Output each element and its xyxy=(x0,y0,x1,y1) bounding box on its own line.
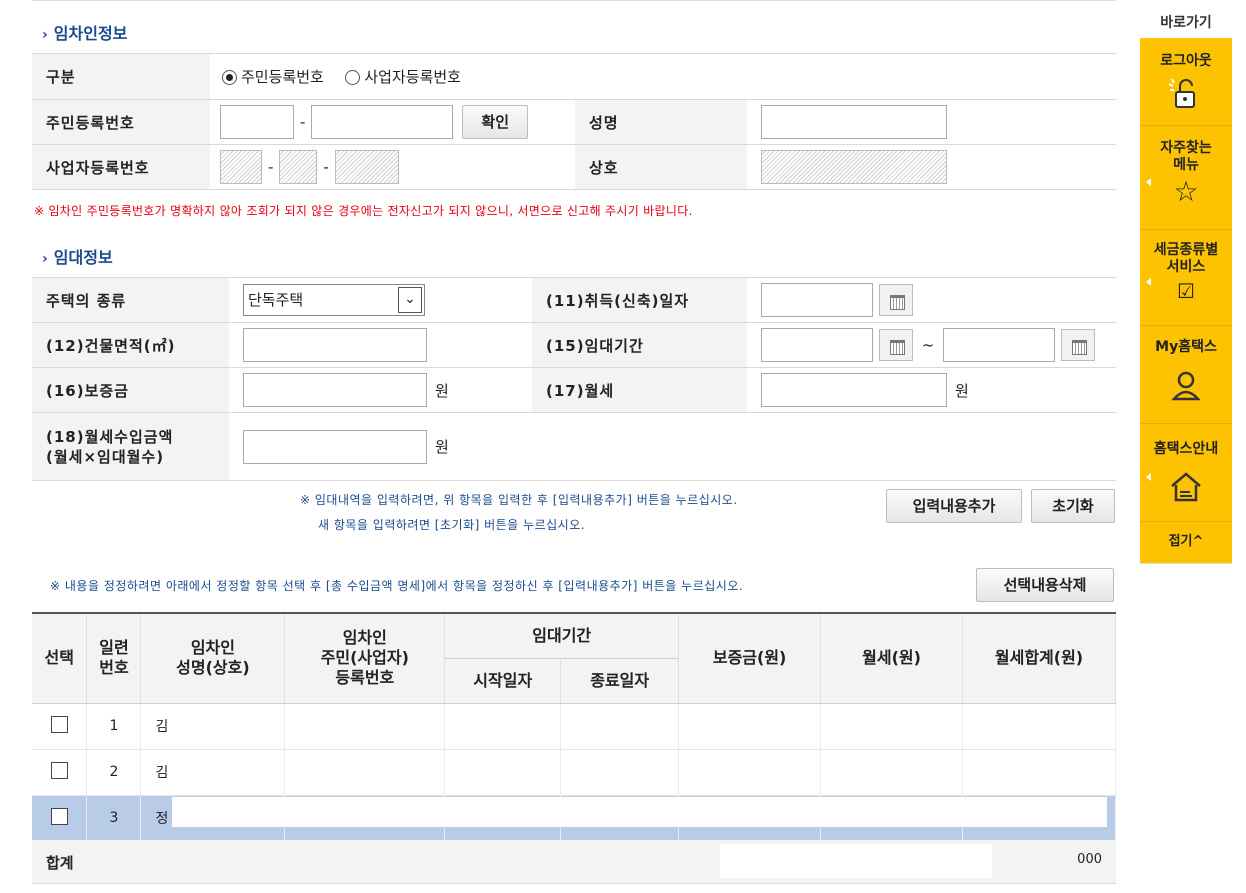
header-select: 선택 xyxy=(32,612,88,704)
lease-start-input[interactable] xyxy=(761,328,873,362)
top-divider xyxy=(32,0,1116,1)
header-start-date: 시작일자 xyxy=(444,658,562,704)
logout-button[interactable]: 로그아웃 xyxy=(1140,38,1232,126)
my-hometax-button[interactable]: My홈택스 xyxy=(1140,326,1232,424)
tax-service-button[interactable]: 세금종류별 서비스 ☑ xyxy=(1140,230,1232,326)
tenant-form: 구분 주민등록번호 사업자등록번호 주민등록번호 - 확인 성명 사업자등록번호… xyxy=(32,53,1116,190)
checkbox-icon: ☑ xyxy=(1177,279,1195,303)
radio-resident[interactable] xyxy=(222,70,237,85)
income-input[interactable] xyxy=(243,429,427,464)
calendar-icon[interactable] xyxy=(1061,329,1096,361)
reset-button[interactable]: 초기화 xyxy=(1031,489,1115,523)
dash: - xyxy=(300,113,306,131)
rrn-back-input[interactable] xyxy=(311,105,454,139)
home-guide-icon xyxy=(1171,472,1201,502)
list-note: ※ 내용을 정정하려면 아래에서 정정할 항목 선택 후 [총 수입금액 명세]… xyxy=(50,579,744,593)
company-label: 상호 xyxy=(575,144,747,190)
header-end-date: 종료일자 xyxy=(560,658,680,704)
type-label: 구분 xyxy=(32,53,210,100)
unlock-icon xyxy=(1168,78,1195,108)
acquire-date-label: (11)취득(신축)일자 xyxy=(532,277,747,323)
area-input[interactable] xyxy=(243,328,427,362)
brn-label: 사업자등록번호 xyxy=(32,144,210,190)
tenant-warning: ※ 임차인 주민등록번호가 명확하지 않아 조회가 되지 않은 경우에는 전자신… xyxy=(34,204,693,218)
delete-selected-button[interactable]: 선택내용삭제 xyxy=(976,568,1114,602)
company-input xyxy=(761,150,947,184)
monthly-input[interactable] xyxy=(761,373,947,407)
total-value: 000 xyxy=(1077,852,1102,867)
radio-business[interactable] xyxy=(345,70,361,85)
lease-note-2: 새 항목을 입력하려면 [초기화] 버튼을 누르십시오. xyxy=(318,518,586,532)
rrn-front-input[interactable] xyxy=(220,105,294,139)
fold-button[interactable]: 접기^ xyxy=(1140,522,1232,564)
deposit-label: (16)보증금 xyxy=(32,367,229,413)
quick-menu-title: 바로가기 xyxy=(1160,15,1212,31)
monthly-label: (17)월세 xyxy=(532,367,747,413)
name-input[interactable] xyxy=(761,105,947,139)
lease-period-label: (15)임대기간 xyxy=(532,322,747,368)
deposit-input[interactable] xyxy=(243,373,427,407)
row-checkbox[interactable] xyxy=(50,761,68,779)
row-checkbox[interactable] xyxy=(50,715,68,733)
brn-part2-input xyxy=(279,150,318,184)
header-monthly: 월세(원) xyxy=(820,612,963,704)
brn-part3-input xyxy=(334,150,399,184)
faq-menu-button[interactable]: 자주찾는 메뉴 ☆ xyxy=(1140,126,1232,230)
section-title-tenant: › 임차인정보 xyxy=(42,24,128,43)
row-redaction xyxy=(172,797,1107,827)
caret-left-icon xyxy=(1146,177,1151,186)
table-row[interactable]: 2 김 xyxy=(32,749,1116,796)
section-title-lease: › 임대정보 xyxy=(42,248,113,267)
header-tenant-id: 임차인 주민(사업자) 등록번호 xyxy=(284,612,446,704)
confirm-button[interactable]: 확인 xyxy=(462,105,529,139)
row-checkbox[interactable] xyxy=(50,807,68,825)
calendar-icon[interactable] xyxy=(879,284,913,316)
caret-left-icon xyxy=(1146,472,1151,481)
income-label: (18)월세수입금액 (월세×임대월수) xyxy=(32,412,229,481)
table-row[interactable]: 1 김 xyxy=(32,703,1116,750)
chevron-down-icon: ⌄ xyxy=(398,287,422,313)
header-tenant-name: 임차인 성명(상호) xyxy=(140,612,286,704)
house-type-label: 주택의 종류 xyxy=(32,277,229,323)
quick-menu: 바로가기 로그아웃 자주찾는 메뉴 ☆ 세금종류별 서비스 ☑ My홈택스 홈택… xyxy=(1140,12,1232,564)
area-label: (12)건물면적(㎡) xyxy=(32,322,229,368)
hometax-guide-button[interactable]: 홈택스안내 xyxy=(1140,424,1232,522)
lease-note-1: ※ 임대내역을 입력하려면, 위 항목을 입력한 후 [입력내용추가] 버튼을 … xyxy=(300,493,738,507)
house-type-select[interactable]: 단독주택 ⌄ xyxy=(243,284,425,316)
calendar-icon[interactable] xyxy=(879,329,913,361)
brn-part1-input xyxy=(220,150,262,184)
lease-end-input[interactable] xyxy=(943,328,1056,362)
user-icon xyxy=(1171,371,1201,401)
header-seq: 일련 번호 xyxy=(86,612,142,704)
header-monthly-total: 월세합계(원) xyxy=(962,612,1116,704)
caret-left-icon xyxy=(1146,277,1151,286)
chevron-right-icon: › xyxy=(42,27,48,43)
total-row: 합계 000 xyxy=(32,840,1116,884)
name-label: 성명 xyxy=(575,99,747,145)
rrn-label: 주민등록번호 xyxy=(32,99,210,145)
header-deposit: 보증금(원) xyxy=(678,612,822,704)
chevron-right-icon: › xyxy=(42,251,48,267)
add-entry-button[interactable]: 입력내용추가 xyxy=(886,489,1022,523)
total-redaction xyxy=(720,844,992,878)
header-period: 임대기간 xyxy=(444,612,680,659)
acquire-date-input[interactable] xyxy=(761,283,873,317)
lease-form: 주택의 종류 단독주택 ⌄ (11)취득(신축)일자 (12)건물면적(㎡) (1… xyxy=(32,277,1116,481)
star-icon: ☆ xyxy=(1173,175,1199,208)
